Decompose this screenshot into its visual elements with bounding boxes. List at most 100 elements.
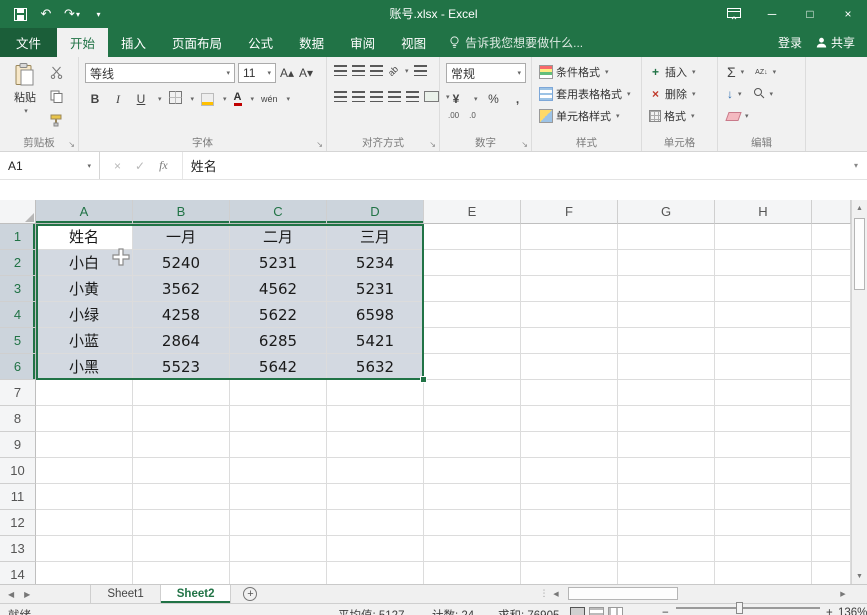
wrap-text-icon[interactable] [414, 65, 427, 76]
cell-G9[interactable] [618, 432, 715, 458]
cell-F1[interactable] [521, 224, 618, 250]
formula-bar-expand-icon[interactable]: ▾ [845, 152, 867, 179]
cell-D5[interactable]: 5421 [327, 328, 424, 354]
column-header-A[interactable]: A [36, 200, 133, 224]
cell-C12[interactable] [230, 510, 327, 536]
cell-D4[interactable]: 6598 [327, 302, 424, 328]
cell-E6[interactable] [424, 354, 521, 380]
sign-in-link[interactable]: 登录 [778, 34, 802, 51]
sheet-nav-right-icon[interactable]: ▶ [24, 590, 30, 599]
cell-G1[interactable] [618, 224, 715, 250]
cell-partial[interactable] [812, 250, 851, 276]
row-header-14[interactable]: 14 [0, 562, 36, 584]
increase-decimal-button[interactable]: .00 [448, 111, 459, 120]
horizontal-scrollbar[interactable]: ⋮ ◀ ▶ [540, 585, 851, 602]
cell-partial[interactable] [812, 432, 851, 458]
fill-color-button[interactable] [201, 93, 214, 106]
cell-E2[interactable] [424, 250, 521, 276]
decrease-decimal-button[interactable]: .0 [469, 111, 476, 120]
cell-A8[interactable] [36, 406, 133, 432]
redo-button[interactable]: ↷▾ [60, 0, 84, 28]
cell-C3[interactable]: 4562 [230, 276, 327, 302]
align-middle-icon[interactable] [352, 65, 365, 76]
cell-F4[interactable] [521, 302, 618, 328]
cell-partial[interactable] [812, 510, 851, 536]
fill-button[interactable]: ↓ [727, 87, 733, 101]
underline-button[interactable]: U [133, 89, 149, 109]
cell-D2[interactable]: 5234 [327, 250, 424, 276]
cell-F6[interactable] [521, 354, 618, 380]
cell-B7[interactable] [133, 380, 230, 406]
cell-C8[interactable] [230, 406, 327, 432]
cell-B6[interactable]: 5523 [133, 354, 230, 380]
tab-审阅[interactable]: 审阅 [337, 28, 388, 57]
row-header-13[interactable]: 13 [0, 536, 36, 562]
cell-A2[interactable]: 小白 [36, 250, 133, 276]
row-header-7[interactable]: 7 [0, 380, 36, 406]
cell-C4[interactable]: 5622 [230, 302, 327, 328]
row-header-8[interactable]: 8 [0, 406, 36, 432]
scroll-left-icon[interactable]: ◀ [548, 590, 564, 598]
cell-H12[interactable] [715, 510, 812, 536]
bold-button[interactable]: B [87, 89, 103, 109]
column-header-G[interactable]: G [618, 200, 715, 224]
cell-B11[interactable] [133, 484, 230, 510]
column-header-H[interactable]: H [715, 200, 812, 224]
cell-H6[interactable] [715, 354, 812, 380]
cell-E1[interactable] [424, 224, 521, 250]
cell-G2[interactable] [618, 250, 715, 276]
cell-D14[interactable] [327, 562, 424, 584]
zoom-in-button[interactable]: + [826, 607, 833, 615]
styles-item-1[interactable]: 条件格式▾ [534, 61, 636, 83]
styles-item-3[interactable]: 单元格样式▾ [534, 105, 636, 127]
cell-H11[interactable] [715, 484, 812, 510]
cell-B14[interactable] [133, 562, 230, 584]
cell-G6[interactable] [618, 354, 715, 380]
save-button[interactable] [8, 0, 32, 28]
italic-button[interactable]: I [110, 89, 126, 109]
close-button[interactable]: × [829, 0, 867, 28]
row-header-4[interactable]: 4 [0, 302, 36, 328]
customize-quick-access-button[interactable]: ▾ [86, 0, 110, 28]
cell-D3[interactable]: 5231 [327, 276, 424, 302]
decrease-font-button[interactable]: A▾ [298, 63, 314, 83]
increase-indent-icon[interactable] [406, 91, 419, 102]
horizontal-scrollbar-track[interactable] [564, 587, 835, 600]
cell-partial[interactable] [812, 328, 851, 354]
cell-C7[interactable] [230, 380, 327, 406]
cell-H10[interactable] [715, 458, 812, 484]
cell-E5[interactable] [424, 328, 521, 354]
cell-E12[interactable] [424, 510, 521, 536]
cell-A14[interactable] [36, 562, 133, 584]
row-header-3[interactable]: 3 [0, 276, 36, 302]
cell-F12[interactable] [521, 510, 618, 536]
format-painter-button[interactable] [50, 114, 63, 130]
cell-H3[interactable] [715, 276, 812, 302]
cell-D10[interactable] [327, 458, 424, 484]
cell-partial[interactable] [812, 224, 851, 250]
cell-H14[interactable] [715, 562, 812, 584]
align-bottom-icon[interactable] [370, 65, 383, 76]
cell-partial[interactable] [812, 406, 851, 432]
number-format-select[interactable]: 常规▾ [446, 63, 526, 83]
row-header-10[interactable]: 10 [0, 458, 36, 484]
cell-F8[interactable] [521, 406, 618, 432]
column-header-E[interactable]: E [424, 200, 521, 224]
cell-E4[interactable] [424, 302, 521, 328]
cell-A3[interactable]: 小黄 [36, 276, 133, 302]
cell-partial[interactable] [812, 484, 851, 510]
row-header-5[interactable]: 5 [0, 328, 36, 354]
cell-B5[interactable]: 2864 [133, 328, 230, 354]
formula-input[interactable]: 姓名 [183, 152, 845, 179]
borders-button[interactable] [169, 91, 182, 107]
row-header-11[interactable]: 11 [0, 484, 36, 510]
cell-E14[interactable] [424, 562, 521, 584]
copy-button[interactable] [50, 90, 63, 106]
zoom-slider[interactable] [676, 607, 820, 609]
cell-G8[interactable] [618, 406, 715, 432]
clear-button[interactable] [725, 112, 741, 121]
cell-C2[interactable]: 5231 [230, 250, 327, 276]
tab-视图[interactable]: 视图 [388, 28, 439, 57]
cell-C6[interactable]: 5642 [230, 354, 327, 380]
cell-D9[interactable] [327, 432, 424, 458]
